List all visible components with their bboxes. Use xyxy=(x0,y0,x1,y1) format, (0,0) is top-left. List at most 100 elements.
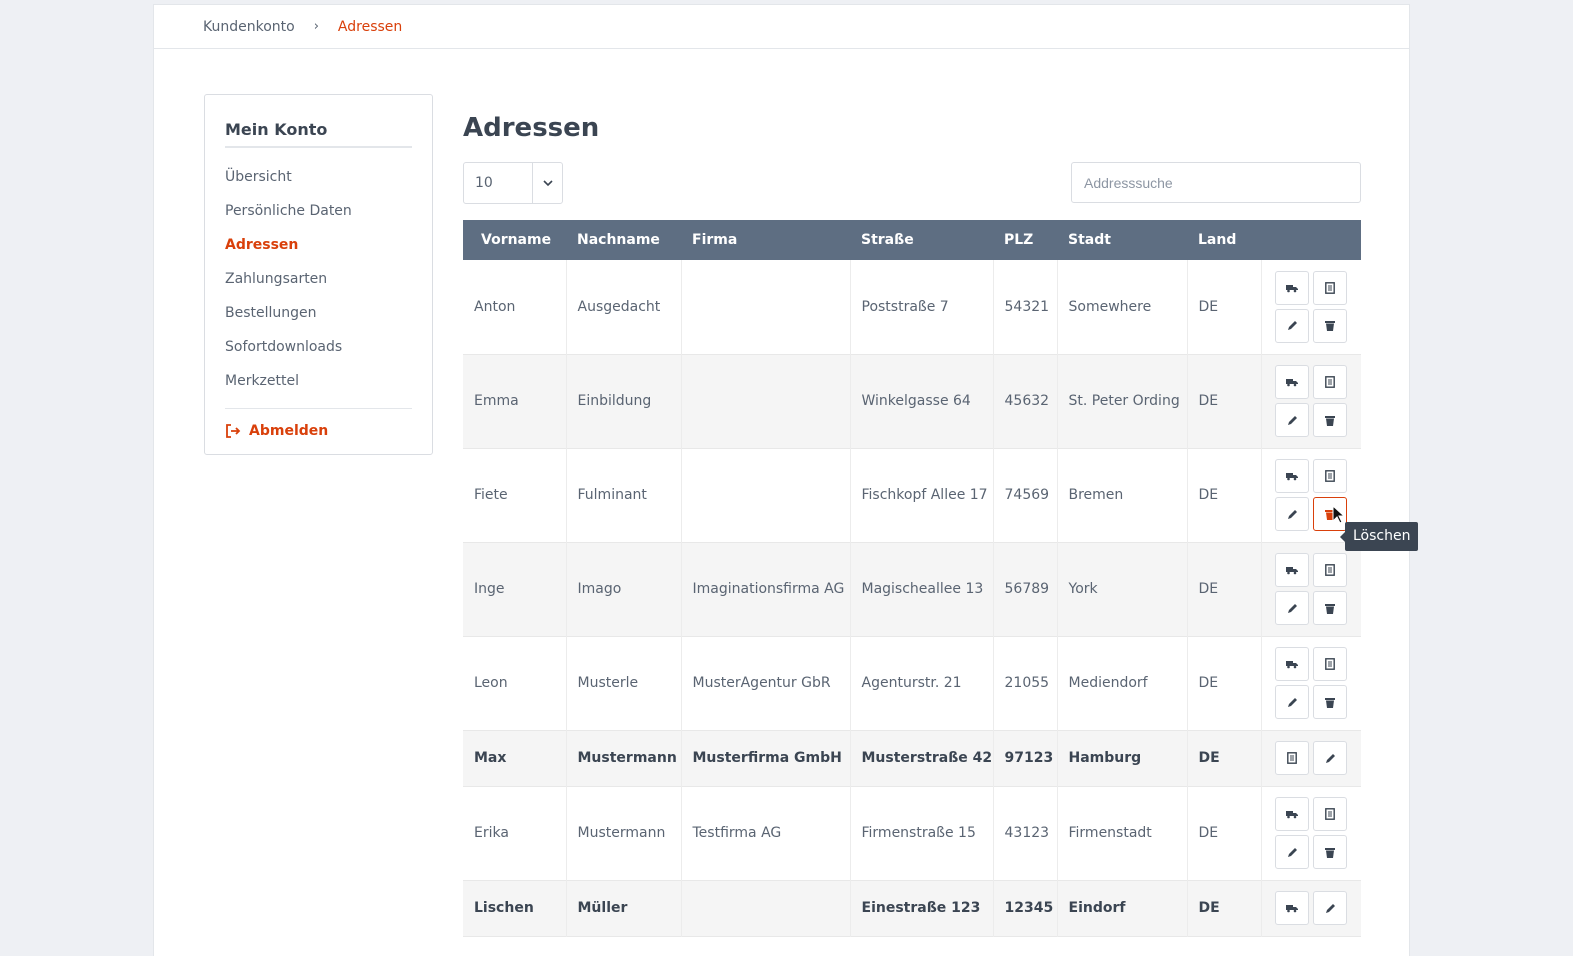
delete-tooltip: Löschen xyxy=(1339,522,1419,551)
cell-plz: 56789 xyxy=(992,542,1057,636)
cell-vorname: Anton xyxy=(474,298,516,315)
document-icon xyxy=(1325,281,1336,294)
address-search-input[interactable] xyxy=(1071,162,1361,203)
invoice-address-button[interactable] xyxy=(1313,797,1348,831)
shipping-address-button[interactable] xyxy=(1275,797,1310,831)
document-icon xyxy=(1287,752,1298,764)
sidebar-item-zahlungsarten[interactable]: Zahlungsarten xyxy=(225,262,412,296)
table-row: Leon Musterle MusterAgentur GbR Agenturstr.… xyxy=(463,636,1361,730)
page-title: Adressen xyxy=(463,113,600,143)
cell-plz: 45632 xyxy=(992,354,1057,448)
cell-firma xyxy=(680,448,850,542)
cell-vorname: Lischen xyxy=(474,900,534,916)
cell-stadt: Hamburg xyxy=(1056,730,1187,786)
sidebar-item-merkzettel[interactable]: Merkzettel xyxy=(225,364,412,398)
cell-plz: 54321 xyxy=(992,260,1057,354)
shipping-address-button[interactable] xyxy=(1275,553,1310,587)
edit-address-button[interactable] xyxy=(1275,403,1310,437)
cell-stadt: Bremen xyxy=(1056,448,1187,542)
cell-stadt: Eindorf xyxy=(1056,880,1187,936)
invoice-address-button[interactable] xyxy=(1313,459,1348,493)
shipping-address-button[interactable] xyxy=(1275,647,1310,681)
address-table: Vorname Nachname Firma Straße PLZ Stadt Land A… xyxy=(463,220,1361,937)
table-header-row: Vorname Nachname Firma Straße PLZ Stadt Land xyxy=(463,220,1361,260)
trash-icon xyxy=(1325,415,1336,426)
logout-icon xyxy=(226,424,241,438)
edit-address-button[interactable] xyxy=(1275,685,1310,719)
document-icon xyxy=(1325,470,1336,482)
cell-nachname: Fulminant xyxy=(565,448,681,542)
chevron-down-icon xyxy=(532,162,562,203)
cell-vorname: Emma xyxy=(474,393,519,409)
cell-land: DE xyxy=(1186,786,1261,880)
pencil-icon xyxy=(1287,697,1298,708)
invoice-address-button[interactable] xyxy=(1313,365,1348,399)
cell-straße: Musterstraße 42 xyxy=(849,730,993,786)
sidebar-title: Mein Konto xyxy=(225,115,412,148)
cell-firma xyxy=(680,880,850,936)
delete-address-button[interactable] xyxy=(1313,403,1348,437)
truck-icon xyxy=(1286,903,1299,913)
cell-straße: Winkelgasse 64 xyxy=(849,354,993,448)
document-icon xyxy=(1325,564,1336,576)
cell-stadt: Mediendorf xyxy=(1056,636,1187,730)
column-header-stadt: Stadt xyxy=(1068,232,1111,248)
cell-vorname: Erika xyxy=(474,825,509,841)
cell-plz: 12345 xyxy=(992,880,1057,936)
sidebar-item-adressen[interactable]: Adressen xyxy=(225,228,412,262)
edit-address-button[interactable] xyxy=(1275,835,1310,869)
edit-address-button[interactable] xyxy=(1275,497,1310,531)
cell-nachname: Ausgedacht xyxy=(565,260,681,354)
cell-firma xyxy=(680,354,850,448)
column-header-straße: Straße xyxy=(861,232,914,248)
sidebar-item-sofortdownloads[interactable]: Sofortdownloads xyxy=(225,330,412,364)
cell-straße: Einestraße 123 xyxy=(849,880,993,936)
row-actions xyxy=(1260,880,1361,936)
edit-address-button[interactable] xyxy=(1313,891,1348,925)
per-page-select[interactable]: 10 xyxy=(463,161,563,204)
pencil-icon xyxy=(1287,847,1298,858)
delete-address-button[interactable] xyxy=(1313,591,1348,625)
sidebar-item-bestellungen[interactable]: Bestellungen xyxy=(225,296,412,330)
column-header-plz: PLZ xyxy=(1004,232,1034,248)
shipping-address-button[interactable] xyxy=(1275,365,1310,399)
pencil-icon xyxy=(1325,903,1336,914)
cell-land: DE xyxy=(1186,542,1261,636)
cell-straße: Fischkopf Allee 17 xyxy=(849,448,993,542)
cell-stadt: Somewhere xyxy=(1056,260,1187,354)
logout-label: Abmelden xyxy=(249,423,329,439)
account-sidebar: Mein Konto Übersicht Persönliche Daten Adr… xyxy=(204,94,433,455)
cell-nachname: Mustermann xyxy=(565,786,681,880)
sidebar-item-übersicht[interactable]: Übersicht xyxy=(225,160,412,194)
sidebar-item-persönliche-daten[interactable]: Persönliche Daten xyxy=(225,194,412,228)
cell-stadt: York xyxy=(1056,542,1187,636)
edit-address-button[interactable] xyxy=(1313,741,1348,775)
edit-address-button[interactable] xyxy=(1275,308,1310,343)
invoice-address-button[interactable] xyxy=(1313,647,1348,681)
delete-address-button[interactable] xyxy=(1313,835,1348,869)
cell-straße: Poststraße 7 xyxy=(849,260,993,354)
cell-firma: Testfirma AG xyxy=(680,786,850,880)
invoice-address-button[interactable] xyxy=(1313,553,1348,587)
edit-address-button[interactable] xyxy=(1275,591,1310,625)
breadcrumb-parent[interactable]: Kundenkonto xyxy=(203,19,295,35)
delete-address-button[interactable] xyxy=(1313,685,1348,719)
invoice-address-button[interactable] xyxy=(1275,741,1310,775)
cell-vorname: Fiete xyxy=(474,487,508,503)
invoice-address-button[interactable] xyxy=(1313,270,1348,305)
trash-icon xyxy=(1325,320,1336,332)
shipping-address-button[interactable] xyxy=(1275,891,1310,925)
shipping-address-button[interactable] xyxy=(1275,459,1310,493)
pencil-icon xyxy=(1287,603,1298,614)
trash-icon xyxy=(1325,603,1336,614)
document-icon xyxy=(1325,376,1336,388)
table-row: Fiete Fulminant Fischkopf Allee 17 74569 Bre… xyxy=(463,448,1361,542)
cell-nachname: Müller xyxy=(565,880,681,936)
pencil-icon xyxy=(1287,320,1298,331)
shipping-address-button[interactable] xyxy=(1275,270,1310,305)
cell-stadt: St. Peter Ording xyxy=(1056,354,1187,448)
breadcrumb-separator-icon: › xyxy=(313,19,319,34)
pencil-icon xyxy=(1325,753,1336,764)
logout-link[interactable]: Abmelden xyxy=(225,409,412,453)
delete-address-button[interactable] xyxy=(1313,308,1348,343)
